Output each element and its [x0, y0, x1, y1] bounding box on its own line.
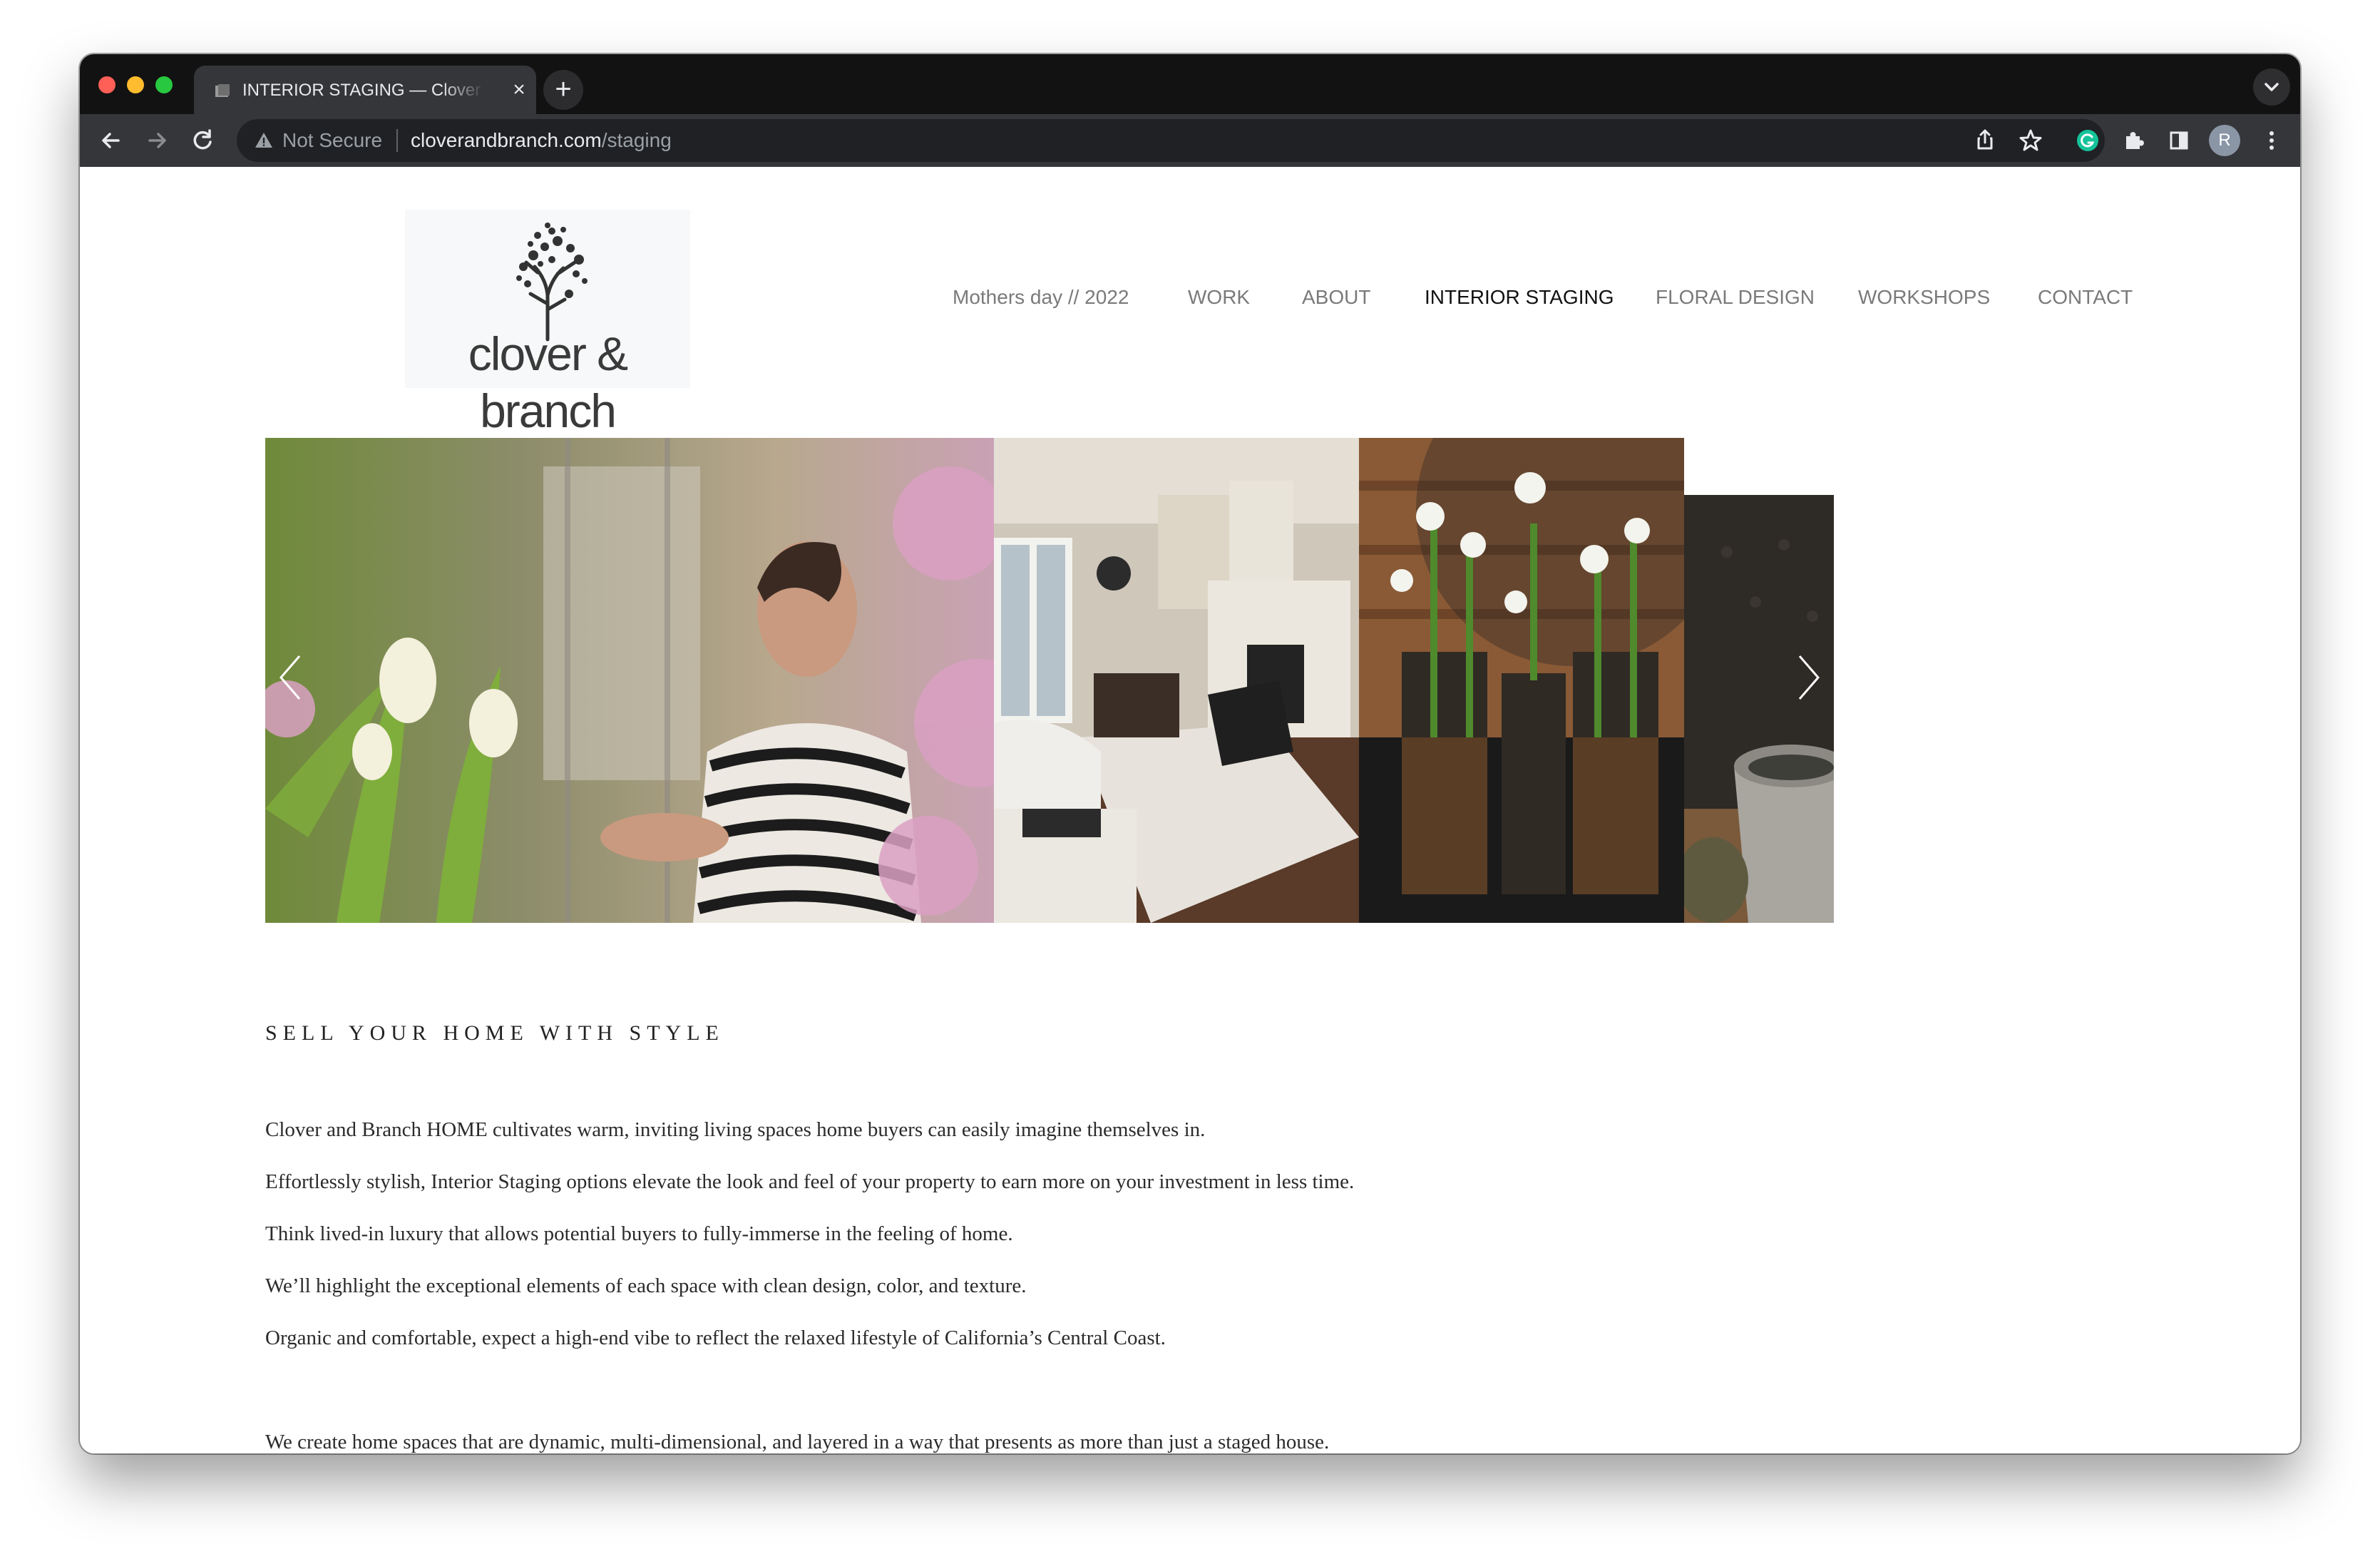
page-viewport: clover & branch Mothers day // 2022 WORK…: [80, 167, 2300, 1453]
address-bar[interactable]: Not Secure cloverandbranch.com/staging: [237, 119, 2105, 162]
url-text[interactable]: cloverandbranch.com/staging: [411, 129, 672, 152]
paragraph-6: We create home spaces that are dynamic, …: [265, 1431, 1330, 1453]
profile-avatar[interactable]: R: [2209, 125, 2240, 156]
image-gallery: [265, 438, 1834, 923]
nav-floral-design[interactable]: FLORAL DESIGN: [1656, 285, 1815, 310]
grammarly-icon[interactable]: [2071, 123, 2105, 158]
nav-interior-staging[interactable]: INTERIOR STAGING: [1425, 285, 1614, 310]
site-favicon-icon: [215, 84, 230, 97]
chevron-down-icon: [2264, 83, 2279, 91]
gallery-prev-arrow-icon[interactable]: [277, 652, 305, 703]
gallery-next-arrow-icon[interactable]: [1794, 652, 1822, 703]
side-panel-icon[interactable]: [2162, 123, 2196, 158]
browser-window: INTERIOR STAGING — Clover & Branch × +: [80, 54, 2300, 1453]
nav-contact[interactable]: CONTACT: [2038, 285, 2133, 310]
tab-interior-staging[interactable]: INTERIOR STAGING — Clover & Branch ×: [194, 66, 536, 114]
close-window-button[interactable]: [98, 76, 116, 93]
site-logo[interactable]: clover & branch: [405, 210, 690, 437]
paragraph-4: We’ll highlight the exceptional elements…: [265, 1274, 1027, 1297]
share-icon[interactable]: [1968, 123, 2002, 158]
url-path: /staging: [601, 129, 672, 151]
gallery-image-living-room[interactable]: [994, 438, 1359, 923]
gallery-image-florist[interactable]: [265, 438, 994, 923]
logo-wordmark: clover & branch: [468, 327, 628, 437]
nav-about[interactable]: ABOUT: [1302, 285, 1370, 310]
paragraph-2: Effortlessly stylish, Interior Staging o…: [265, 1170, 1355, 1193]
new-tab-button[interactable]: +: [543, 70, 583, 110]
maximize-window-button[interactable]: [155, 76, 173, 93]
nav-workshops[interactable]: WORKSHOPS: [1858, 285, 1990, 310]
forward-arrow-icon[interactable]: [140, 123, 174, 158]
minimize-window-button[interactable]: [127, 76, 144, 93]
tab-close-icon[interactable]: ×: [508, 78, 530, 101]
nav-mothers-day[interactable]: Mothers day // 2022: [953, 285, 1129, 310]
section-heading: SELL YOUR HOME WITH STYLE: [265, 1021, 724, 1045]
tab-strip: INTERIOR STAGING — Clover & Branch × +: [80, 54, 2300, 114]
browser-toolbar: Not Secure cloverandbranch.com/staging R: [80, 114, 2300, 167]
nav-work[interactable]: WORK: [1188, 285, 1250, 310]
extensions-puzzle-icon[interactable]: [2116, 123, 2150, 158]
tab-title: INTERIOR STAGING — Clover & Branch: [242, 81, 485, 100]
paragraph-1: Clover and Branch HOME cultivates warm, …: [265, 1118, 1206, 1141]
bookmark-star-icon[interactable]: [2014, 123, 2048, 158]
address-divider: [396, 129, 398, 152]
more-menu-icon[interactable]: [2255, 123, 2289, 158]
tab-search-button[interactable]: [2253, 68, 2290, 106]
reload-icon[interactable]: [185, 123, 220, 158]
url-host: cloverandbranch.com: [411, 129, 602, 151]
warning-icon[interactable]: [254, 131, 274, 150]
back-arrow-icon[interactable]: [94, 123, 128, 158]
gallery-image-narcissus[interactable]: [1359, 438, 1684, 923]
paragraph-3: Think lived-in luxury that allows potent…: [265, 1222, 1013, 1245]
paragraph-5: Organic and comfortable, expect a high-e…: [265, 1327, 1166, 1349]
security-status[interactable]: Not Secure: [282, 129, 382, 152]
